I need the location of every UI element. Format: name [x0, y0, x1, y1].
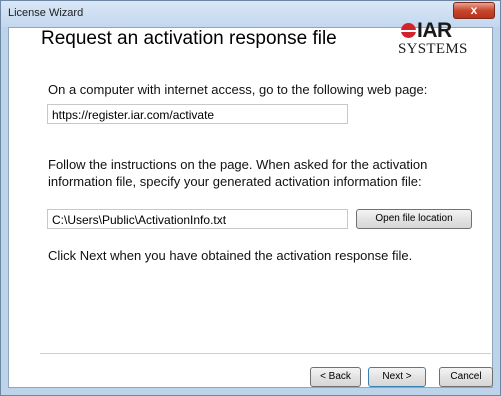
close-icon: x [470, 3, 478, 17]
window-title: License Wizard [8, 7, 84, 19]
step2-instruction: Follow the instructions on the page. Whe… [48, 157, 428, 189]
close-button[interactable]: x [453, 2, 495, 19]
cancel-button[interactable]: Cancel [439, 367, 493, 387]
activation-info-file-field[interactable]: C:\Users\Public\ActivationInfo.txt [47, 209, 348, 229]
iar-logo-dot-icon [401, 23, 416, 38]
open-file-location-button[interactable]: Open file location [356, 209, 472, 229]
iar-systems-logo: IAR SYSTEMS [397, 19, 473, 62]
step1-instruction: On a computer with internet access, go t… [48, 82, 428, 97]
back-button[interactable]: < Back [310, 367, 361, 387]
logo-iar-text: IAR [417, 19, 452, 42]
activation-url-field[interactable]: https://register.iar.com/activate [47, 104, 348, 124]
step3-instruction: Click Next when you have obtained the ac… [48, 248, 413, 263]
next-button[interactable]: Next > [368, 367, 426, 387]
footer-divider [40, 353, 491, 354]
page-title: Request an activation response file [41, 28, 337, 49]
logo-systems-text: SYSTEMS [398, 41, 468, 57]
